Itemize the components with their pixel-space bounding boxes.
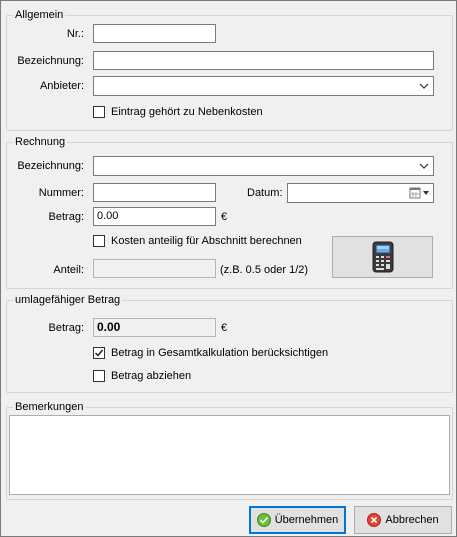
abbrechen-label: Abbrechen (385, 514, 439, 526)
uebernehmen-label: Übernehmen (274, 514, 339, 526)
rechnung-currency: € (221, 211, 228, 223)
calendar-dropdown-icon[interactable] (409, 186, 431, 200)
umlage-betrag-label: Betrag: (48, 322, 84, 334)
chevron-down-icon (419, 163, 429, 169)
anbieter-dropdown[interactable] (93, 76, 434, 96)
nr-label: Nr.: (66, 28, 84, 40)
abziehen-label: Betrag abziehen (111, 370, 192, 382)
check-circle-icon (256, 513, 271, 527)
nebenkosten-checkbox[interactable] (93, 106, 105, 118)
calculator-button[interactable] (332, 236, 433, 278)
nummer-input[interactable] (93, 183, 216, 202)
anteil-input (93, 259, 216, 278)
bezeichnung-label: Bezeichnung: (17, 55, 84, 67)
bemerkungen-textarea[interactable] (9, 415, 450, 495)
abziehen-checkbox[interactable] (93, 370, 105, 382)
umlage-currency: € (221, 322, 228, 334)
umlage-betrag-value: 0.00 (93, 318, 216, 337)
dialog-window: Allgemein Nr.: Bezeichnung: Anbieter: Ei… (0, 0, 457, 537)
calculator-icon (372, 241, 393, 273)
anteilig-checkbox[interactable] (93, 235, 105, 247)
nebenkosten-label: Eintrag gehört zu Nebenkosten (111, 106, 263, 118)
rechnung-bezeichnung-label: Bezeichnung: (17, 160, 84, 172)
group-allgemein-title: Allgemein (13, 8, 66, 22)
nummer-label: Nummer: (38, 187, 84, 199)
anteil-label: Anteil: (53, 264, 84, 276)
checkmark-icon (95, 349, 104, 357)
anteilig-label: Kosten anteilig für Abschnitt berechnen (111, 235, 302, 247)
nr-input[interactable] (93, 24, 216, 43)
cancel-circle-icon (367, 513, 382, 527)
gesamtkalkulation-checkbox[interactable] (93, 347, 105, 359)
gesamtkalkulation-label: Betrag in Gesamtkalkulation berücksichti… (111, 347, 329, 359)
datum-picker[interactable] (287, 183, 434, 203)
uebernehmen-button[interactable]: Übernehmen (249, 506, 346, 534)
rechnung-bezeichnung-dropdown[interactable] (93, 156, 434, 176)
group-umlage-title: umlagefähiger Betrag (13, 293, 123, 307)
group-bemerkungen-title: Bemerkungen (13, 400, 86, 414)
bezeichnung-input[interactable] (93, 51, 434, 70)
anbieter-label: Anbieter: (39, 80, 84, 92)
chevron-down-icon (419, 83, 429, 89)
datum-label: Datum: (247, 187, 283, 199)
rechnung-betrag-input[interactable]: 0.00 (93, 207, 216, 226)
rechnung-betrag-label: Betrag: (48, 211, 84, 223)
abbrechen-button[interactable]: Abbrechen (354, 506, 452, 534)
anteil-hint: (z.B. 0.5 oder 1/2) (220, 264, 309, 276)
group-rechnung-title: Rechnung (13, 135, 68, 149)
